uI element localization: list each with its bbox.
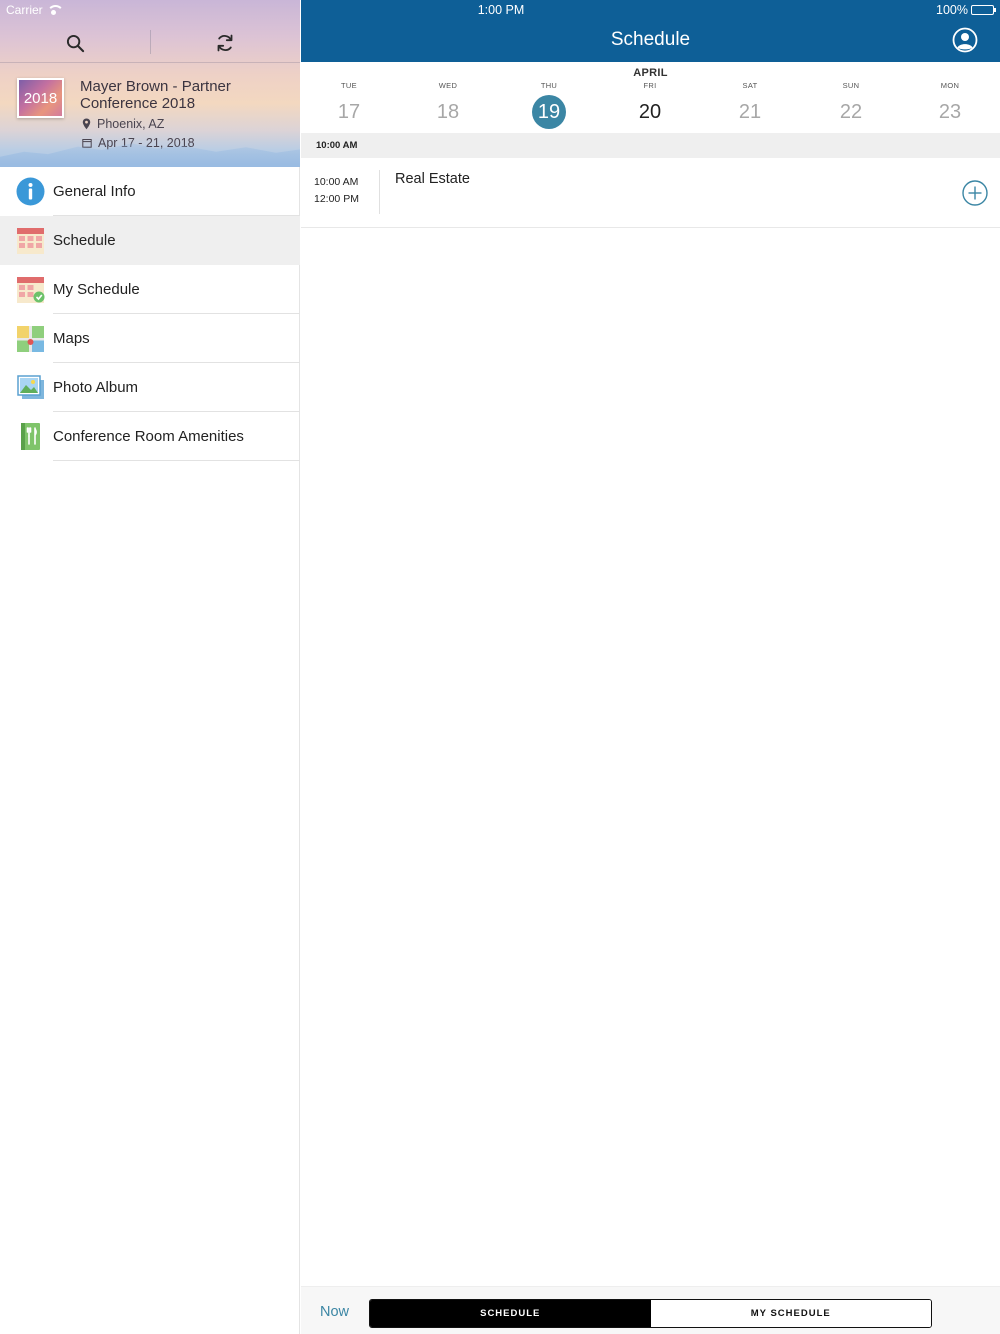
day-number: 22 <box>839 101 863 123</box>
day-sat-21[interactable]: SAT 21 <box>720 80 780 130</box>
profile-icon[interactable] <box>952 27 978 53</box>
day-of-week: SUN <box>842 81 860 90</box>
sidebar-nav: General Info Schedule My Schedule Maps P… <box>0 167 300 461</box>
now-button[interactable]: Now <box>320 1304 349 1320</box>
refresh-icon <box>217 34 233 52</box>
main-content: 1:00 PM 100% Schedule APRIL TUE 17 WED 1… <box>301 0 1000 1334</box>
day-thu-19[interactable]: THU 19 <box>519 80 579 130</box>
refresh-button[interactable] <box>210 28 240 58</box>
day-of-week: FRI <box>643 81 657 90</box>
event-location-text: Phoenix, AZ <box>97 117 165 131</box>
event-dates: Apr 17 - 21, 2018 <box>82 136 195 150</box>
day-number: 17 <box>337 101 361 123</box>
day-sun-22[interactable]: SUN 22 <box>821 80 881 130</box>
time-section-label: 10:00 AM <box>316 140 358 151</box>
event-dates-text: Apr 17 - 21, 2018 <box>98 136 195 150</box>
search-icon <box>66 34 84 52</box>
map-icon <box>17 326 44 352</box>
search-button[interactable] <box>60 28 90 58</box>
sidebar-item-label: My Schedule <box>53 281 140 298</box>
bottom-bar: Now SCHEDULE MY SCHEDULE <box>301 1286 1000 1334</box>
calendar-check-icon <box>17 277 45 303</box>
amenities-icon <box>21 423 40 450</box>
photo-icon <box>17 375 44 399</box>
sidebar-item-label: Schedule <box>53 232 116 249</box>
sidebar-item-photo-album[interactable]: Photo Album <box>0 363 300 412</box>
wifi-icon <box>46 5 64 15</box>
day-number: 20 <box>638 101 662 123</box>
schedule-segmented-control: SCHEDULE MY SCHEDULE <box>369 1299 932 1328</box>
day-tue-17[interactable]: TUE 17 <box>319 80 379 130</box>
sidebar-item-label: General Info <box>53 183 136 200</box>
carrier-label: Carrier <box>6 3 43 17</box>
day-fri-20[interactable]: FRI 20 <box>620 80 680 130</box>
battery-icon <box>971 5 996 15</box>
sidebar-item-maps[interactable]: Maps <box>0 314 300 363</box>
status-time: 1:00 PM <box>477 3 525 17</box>
location-pin-icon <box>82 118 91 130</box>
add-to-schedule-icon[interactable] <box>962 180 988 206</box>
sidebar-item-label: Conference Room Amenities <box>53 428 244 445</box>
event-header: Carrier 2018 Mayer Brown - Partner Confe… <box>0 0 300 167</box>
session-end-time: 12:00 PM <box>314 193 359 205</box>
calendar-small-icon <box>82 139 92 148</box>
day-of-week: THU <box>540 81 558 90</box>
page-title: Schedule <box>610 29 691 50</box>
sidebar-toolbar <box>0 26 300 60</box>
battery-label: 100% <box>936 3 968 17</box>
header-divider <box>0 62 300 63</box>
day-number: 18 <box>436 101 460 123</box>
session-title: Real Estate <box>395 171 470 187</box>
sidebar-item-label: Maps <box>53 330 90 347</box>
event-location: Phoenix, AZ <box>82 117 164 131</box>
session-times: 10:00 AM 12:00 PM <box>314 174 359 208</box>
session-row[interactable]: 10:00 AM 12:00 PM Real Estate <box>301 158 1000 228</box>
toolbar-divider <box>150 30 151 54</box>
sidebar-item-conference-room-amenities[interactable]: Conference Room Amenities <box>0 412 300 461</box>
event-title: Mayer Brown - Partner Conference 2018 <box>80 78 231 112</box>
sidebar-item-general-info[interactable]: General Info <box>0 167 300 216</box>
sidebar: Carrier 2018 Mayer Brown - Partner Confe… <box>0 0 300 1334</box>
session-start-time: 10:00 AM <box>314 176 359 188</box>
segment-my-schedule[interactable]: MY SCHEDULE <box>650 1300 931 1327</box>
event-logo: 2018 <box>17 78 64 118</box>
status-battery: 100% <box>936 3 996 17</box>
day-wed-18[interactable]: WED 18 <box>418 80 478 130</box>
status-carrier: Carrier <box>6 3 64 17</box>
top-bar: 1:00 PM 100% Schedule <box>301 0 1000 62</box>
sidebar-item-label: Photo Album <box>53 379 139 396</box>
day-number: 19 <box>532 95 566 129</box>
info-icon <box>16 177 45 206</box>
day-of-week: WED <box>438 81 458 90</box>
day-number: 23 <box>938 101 962 123</box>
day-of-week: SAT <box>742 81 758 90</box>
month-label: APRIL <box>633 67 668 79</box>
event-logo-text: 2018 <box>23 89 58 107</box>
day-of-week: TUE <box>341 81 357 90</box>
day-number: 21 <box>738 101 762 123</box>
session-divider <box>379 170 380 214</box>
date-strip: APRIL TUE 17 WED 18 THU 19 FRI 20 SAT 21… <box>301 62 1000 133</box>
time-section-header: 10:00 AM <box>301 133 1000 158</box>
calendar-icon <box>17 228 44 254</box>
sidebar-item-my-schedule[interactable]: My Schedule <box>0 265 300 314</box>
day-of-week: MON <box>940 81 960 90</box>
sidebar-item-schedule[interactable]: Schedule <box>0 216 300 265</box>
day-mon-23[interactable]: MON 23 <box>920 80 980 130</box>
segment-schedule[interactable]: SCHEDULE <box>370 1300 651 1327</box>
